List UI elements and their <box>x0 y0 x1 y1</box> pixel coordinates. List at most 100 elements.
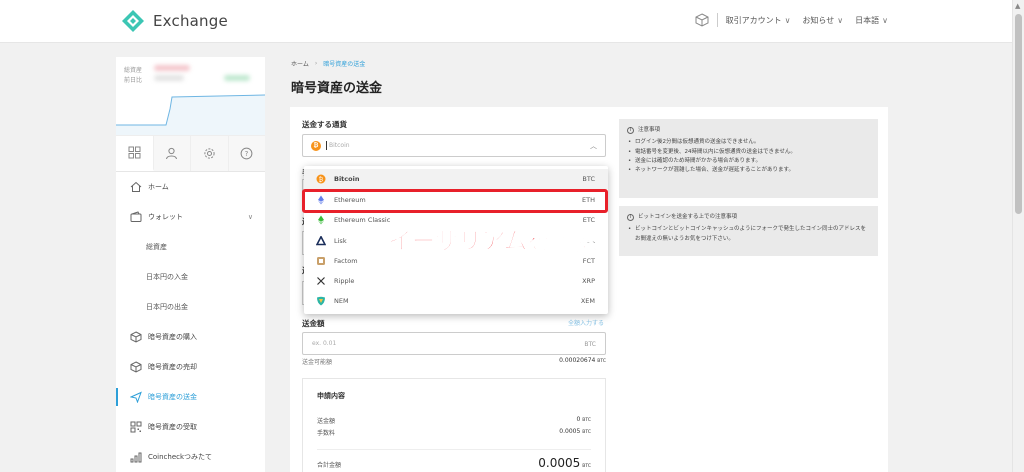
amount-input[interactable]: ex. 0.01 BTC <box>302 332 606 355</box>
notice-general: i 注意事項 ログイン後2分間は仮想通貨の送金はできません。 電話番号を変更後、… <box>619 119 878 198</box>
notice-item: ビットコインとビットコインキャッシュのようにフォークで発生したコイン同士のアドレ… <box>627 225 870 244</box>
sidebar-tabs: ? <box>116 136 265 172</box>
summary-row-label: 送金額 <box>317 418 336 425</box>
info-icon: i <box>627 214 634 222</box>
chevron-down-icon: ∨ <box>247 213 253 221</box>
notice-item: ネットワークが混雑した場合、送金が遅延することがあります。 <box>627 166 870 176</box>
option-name: Factom <box>334 257 358 265</box>
header-menu: 取引アカウント ∨ お知らせ ∨ 日本語 ∨ <box>695 13 888 27</box>
option-name: Bitcoin <box>334 175 360 183</box>
sidebar-item-tsumitate[interactable]: Coincheckつみたて <box>116 442 265 472</box>
summary-total-unit: BTC <box>582 464 591 469</box>
currency-label: 送金する通貨 <box>302 120 347 129</box>
available-label: 送金可能額 <box>302 359 333 366</box>
chevron-down-icon: ∨ <box>882 15 888 25</box>
balance-card: 総資産 前日比 <box>116 57 265 136</box>
summary-row-label: 手数料 <box>317 430 336 437</box>
sidebar-item-label: 総資産 <box>146 243 167 251</box>
sidebar-item-receive-crypto[interactable]: 暗号資産の受取 <box>116 412 265 442</box>
summary-divider <box>317 449 591 450</box>
sidebar-item-jpy-withdraw[interactable]: 日本円の出金 <box>116 292 265 322</box>
notice-item: 電話番号を変更後、24時間以内に仮想通貨の送金はできません。 <box>627 148 870 158</box>
top-header: Exchange 取引アカウント ∨ お知らせ ∨ 日本語 ∨ <box>0 0 1012 43</box>
summary-row-unit: BTC <box>582 418 591 423</box>
sidebar-item-label: 暗号資産の送金 <box>148 393 197 401</box>
menu-notices-label: お知らせ <box>802 15 835 25</box>
summary-total-amount: 0.0005 <box>538 456 581 470</box>
cube-icon <box>130 331 142 343</box>
option-symbol: XEM <box>580 297 595 305</box>
gear-icon <box>204 148 215 159</box>
summary-title: 申請内容 <box>317 392 345 400</box>
cube-icon[interactable] <box>695 13 709 27</box>
option-name: Ripple <box>334 277 355 285</box>
notice-title: i 注意事項 <box>627 126 870 135</box>
balance-chart <box>116 94 265 135</box>
day-change-label: 前日比 <box>124 77 143 84</box>
breadcrumb-current: 暗号資産の送金 <box>323 61 366 68</box>
chart-icon <box>130 452 142 463</box>
amount-label: 送金額 <box>302 319 325 328</box>
option-symbol: XRP <box>582 277 595 285</box>
notice-title-text: 注意事項 <box>638 127 661 133</box>
nem-icon <box>316 296 326 306</box>
ethereum-highlight-box <box>302 189 608 213</box>
notice-list: ログイン後2分間は仮想通貨の送金はできません。 電話番号を変更後、24時間以内に… <box>627 138 870 176</box>
wallet-icon <box>130 211 142 222</box>
sidebar-item-label: 暗号資産の購入 <box>148 333 197 341</box>
tab-dashboard[interactable] <box>116 136 154 171</box>
dropdown-option-nem[interactable]: NEM XEM <box>304 291 608 311</box>
sidebar-item-total-assets[interactable]: 総資産 <box>116 232 265 262</box>
chevron-up-icon: ︿ <box>590 142 597 150</box>
dropdown-option-ripple[interactable]: Ripple XRP <box>304 271 608 291</box>
chevron-down-icon: ∨ <box>784 15 791 25</box>
currency-placeholder: Bitcoin <box>329 142 350 149</box>
chevron-down-icon: ∨ <box>837 15 844 25</box>
menu-trading-account-label: 取引アカウント <box>725 15 782 25</box>
amount-placeholder: ex. 0.01 <box>312 340 337 347</box>
sidebar-item-label: Coincheckつみたて <box>148 453 213 461</box>
grid-icon <box>128 146 141 159</box>
option-symbol: FCT <box>582 257 595 265</box>
sidebar-item-home[interactable]: ホーム <box>116 172 265 202</box>
scroll-up-icon[interactable]: ▲ <box>1015 2 1020 10</box>
help-icon: ? <box>240 147 253 160</box>
available-amount: 0.00020674 <box>559 357 596 364</box>
currency-select[interactable]: ₿ Bitcoin ︿ <box>302 134 606 157</box>
sidebar-item-label: ウォレット <box>148 213 183 221</box>
annotation-label: イーサリアムを選択 <box>387 227 598 256</box>
sidebar-item-label: 暗号資産の受取 <box>148 423 197 431</box>
logo[interactable]: Exchange <box>121 9 228 33</box>
summary-row-value: 0 BTC <box>576 416 591 425</box>
sidebar: 総資産 前日比 ? ホーム ウォレット ∨ 総資産 日本円の入金 日本円の出金 … <box>116 57 265 472</box>
tab-settings[interactable] <box>191 136 229 171</box>
menu-trading-account[interactable]: 取引アカウント ∨ <box>726 15 791 26</box>
menu-language-label: 日本語 <box>855 15 880 25</box>
fill-all-link[interactable]: 全額入力する <box>568 318 604 327</box>
send-icon <box>130 391 142 403</box>
summary-row-amount: 0 <box>576 416 581 423</box>
sidebar-item-jpy-deposit[interactable]: 日本円の入金 <box>116 262 265 292</box>
menu-notices[interactable]: お知らせ ∨ <box>802 15 843 26</box>
sidebar-item-sell-crypto[interactable]: 暗号資産の売却 <box>116 352 265 382</box>
svg-text:₿: ₿ <box>319 176 324 183</box>
header-divider <box>716 13 718 27</box>
page-scrollbar[interactable]: ▲ <box>1012 0 1024 472</box>
tab-account[interactable] <box>153 136 191 171</box>
notice-bitcoin: i ビットコインを送金する上での注意事項 ビットコインとビットコインキャッシュの… <box>619 206 878 256</box>
menu-language[interactable]: 日本語 ∨ <box>855 15 888 26</box>
sidebar-item-label: 日本円の入金 <box>146 273 188 281</box>
sidebar-item-wallet[interactable]: ウォレット ∨ <box>116 202 265 232</box>
tab-help[interactable]: ? <box>228 136 265 171</box>
option-name: NEM <box>334 297 349 305</box>
home-icon <box>130 181 142 192</box>
sidebar-item-buy-crypto[interactable]: 暗号資産の購入 <box>116 322 265 352</box>
sidebar-item-send-crypto[interactable]: 暗号資産の送金 <box>116 382 265 412</box>
scroll-thumb[interactable] <box>1015 14 1022 214</box>
balance-sub-blurred <box>154 75 184 81</box>
dropdown-option-bitcoin[interactable]: ₿ Bitcoin BTC <box>304 169 608 189</box>
notice-item: ログイン後2分間は仮想通貨の送金はできません。 <box>627 138 870 148</box>
option-name: Ethereum Classic <box>334 216 391 224</box>
sidebar-item-label: 暗号資産の売却 <box>148 363 197 371</box>
breadcrumb-home[interactable]: ホーム <box>291 59 309 68</box>
